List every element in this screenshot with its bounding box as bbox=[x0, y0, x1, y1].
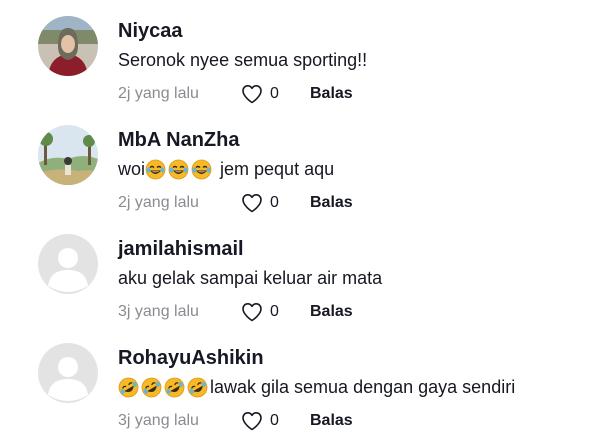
heart-icon bbox=[242, 85, 262, 104]
comment-item: RohayuAshikin lawak gila semua dengan ga… bbox=[0, 327, 615, 435]
comment-text: aku gelak sampai keluar air mata bbox=[118, 268, 382, 289]
tears-of-joy-emoji-icon bbox=[145, 159, 166, 180]
heart-icon bbox=[242, 303, 262, 322]
avatar[interactable] bbox=[38, 234, 98, 294]
heart-icon bbox=[242, 412, 262, 431]
comment-username[interactable]: RohayuAshikin bbox=[118, 347, 264, 370]
comment-text-prefix: woi bbox=[118, 159, 146, 179]
comment-text: Seronok nyee semua sporting!! bbox=[118, 50, 367, 71]
reply-button[interactable]: Balas bbox=[310, 412, 353, 430]
heart-icon bbox=[242, 194, 262, 213]
comment-text-suffix: lawak gila semua dengan gaya sendiri bbox=[210, 377, 516, 397]
avatar[interactable] bbox=[38, 343, 98, 403]
comment-text-content: Seronok nyee semua sporting!! bbox=[118, 50, 368, 70]
comment-username[interactable]: Niycaa bbox=[118, 20, 183, 43]
like-button[interactable]: 0 bbox=[240, 82, 310, 106]
comment-timestamp: 2j yang lalu bbox=[118, 85, 199, 102]
comment-timestamp: 3j yang lalu bbox=[118, 412, 199, 429]
comment-text-suffix: jem pequt aqu bbox=[220, 159, 335, 179]
like-count: 0 bbox=[270, 412, 279, 429]
comment-meta: 3j yang lalu 0 Balas bbox=[118, 300, 353, 324]
comment-item: Niycaa Seronok nyee semua sporting!! 2j … bbox=[0, 0, 615, 108]
comment-text: woi jem pequt aqu bbox=[118, 159, 334, 180]
rolling-on-floor-laughing-emoji-icon bbox=[118, 377, 139, 398]
comment-meta: 3j yang lalu 0 Balas bbox=[118, 409, 353, 433]
tears-of-joy-emoji-icon bbox=[191, 159, 212, 180]
rolling-on-floor-laughing-emoji-icon bbox=[187, 377, 208, 398]
like-count: 0 bbox=[270, 85, 279, 102]
reply-button[interactable]: Balas bbox=[310, 303, 353, 321]
comment-meta: 2j yang lalu 0 Balas bbox=[118, 191, 353, 215]
comment-username[interactable]: MbA NanZha bbox=[118, 129, 239, 152]
comment-meta: 2j yang lalu 0 Balas bbox=[118, 82, 353, 106]
comment-item: jamilahismail aku gelak sampai keluar ai… bbox=[0, 218, 615, 326]
like-count: 0 bbox=[270, 303, 279, 320]
like-count: 0 bbox=[270, 194, 279, 211]
comment-timestamp: 3j yang lalu bbox=[118, 303, 199, 320]
like-button[interactable]: 0 bbox=[240, 409, 310, 433]
comment-text: lawak gila semua dengan gaya sendiri bbox=[118, 377, 515, 398]
like-button[interactable]: 0 bbox=[240, 191, 310, 215]
like-button[interactable]: 0 bbox=[240, 300, 310, 324]
comment-text-content: aku gelak sampai keluar air mata bbox=[118, 268, 383, 288]
comment-list: Niycaa Seronok nyee semua sporting!! 2j … bbox=[0, 0, 615, 445]
reply-button[interactable]: Balas bbox=[310, 85, 353, 103]
reply-button[interactable]: Balas bbox=[310, 194, 353, 212]
tears-of-joy-emoji-icon bbox=[168, 159, 189, 180]
rolling-on-floor-laughing-emoji-icon bbox=[164, 377, 185, 398]
avatar[interactable] bbox=[38, 125, 98, 185]
comment-username[interactable]: jamilahismail bbox=[118, 238, 244, 261]
comment-timestamp: 2j yang lalu bbox=[118, 194, 199, 211]
comment-item: MbA NanZha woi jem pequt aqu 2j yang lal… bbox=[0, 109, 615, 217]
avatar[interactable] bbox=[38, 16, 98, 76]
rolling-on-floor-laughing-emoji-icon bbox=[141, 377, 162, 398]
